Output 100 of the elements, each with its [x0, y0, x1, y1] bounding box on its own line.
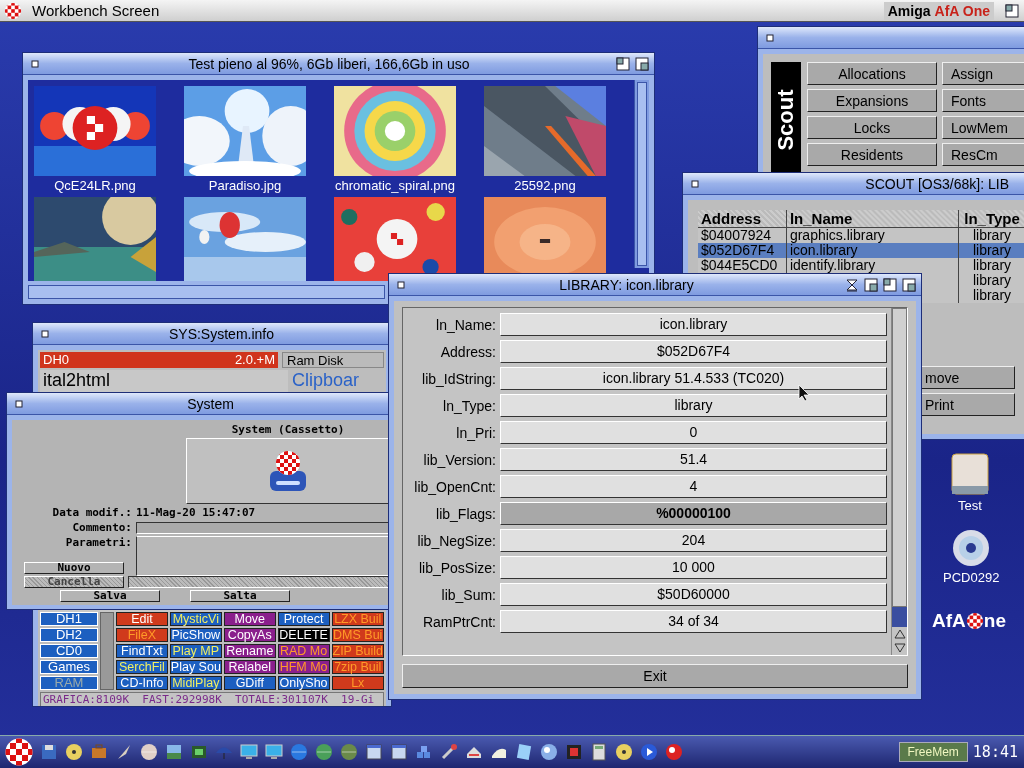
value-field[interactable]: icon.library [500, 313, 887, 336]
function-button[interactable]: Locks [807, 116, 937, 139]
screen-title: Workbench Screen [32, 2, 161, 19]
value-field[interactable]: %00000100 [500, 502, 887, 525]
field-label: ln_Name: [435, 316, 496, 333]
command-button[interactable]: Play MP [169, 644, 222, 658]
table-cell: library [972, 227, 1012, 243]
list-item[interactable]: ital2html [43, 370, 111, 390]
device-button[interactable]: DH1 [40, 612, 98, 626]
field-label: lib_Flags: [435, 505, 496, 522]
value-field[interactable]: $50D60000 [500, 583, 887, 606]
date-value: 11-Mag-20 15:47:07 [136, 506, 256, 519]
value-field[interactable]: icon.library 51.4.533 (TC020) [500, 367, 887, 390]
table-cell: library [972, 242, 1012, 258]
field-label: lib_IdString: [421, 370, 496, 387]
brand-logo: Amiga AfA One [883, 1, 994, 20]
logo: AfA ne [932, 610, 1006, 632]
window-title: System [186, 395, 235, 412]
table-cell: $052D67F4 [701, 242, 775, 258]
function-button[interactable]: Fonts [942, 89, 1024, 112]
value-field[interactable]: 4 [500, 475, 887, 498]
footer-button[interactable]: Salta [190, 590, 290, 602]
window-title: SYS:System.info [167, 325, 275, 342]
table-cell: library [972, 287, 1012, 303]
action-button[interactable]: Print [920, 393, 1015, 416]
table-cell: graphics.library [789, 227, 885, 243]
memory-status: GRAFICA:8109K FAST:292998K TOTALE:301107K 19-Gi [40, 692, 384, 706]
action-button[interactable]: Nuovo [24, 562, 124, 574]
field-label: lib_PosSize: [417, 559, 496, 576]
function-button[interactable]: Expansions [807, 89, 937, 112]
window-title: Test pieno al 96%, 6Gb liberi, 166,6Gb in uso [187, 55, 471, 72]
table-cell: library [972, 272, 1012, 288]
function-button[interactable]: LowMem [942, 116, 1024, 139]
clock: 18:41 [972, 743, 1018, 761]
command-button[interactable]: DELETE [277, 628, 330, 642]
command-button[interactable]: CD-Info [116, 676, 168, 690]
function-button[interactable]: Residents [807, 143, 937, 166]
command-button[interactable]: OnlySho [277, 676, 330, 690]
exit-button[interactable]: Exit [402, 664, 908, 688]
table-cell: icon.library [789, 242, 858, 258]
field-label: lib_NegSize: [416, 532, 496, 549]
field-label: lib_Sum: [440, 586, 496, 603]
icon-caption: System (Cassetto) [230, 423, 346, 436]
value-field[interactable]: 51.4 [500, 448, 887, 471]
command-button[interactable]: FindTxt [116, 644, 168, 658]
command-button[interactable]: SerchFil [116, 660, 168, 674]
value-field[interactable]: 10 000 [500, 556, 887, 579]
field-label: Parametri: [64, 536, 132, 549]
command-button[interactable]: Move [223, 612, 276, 626]
icon-label[interactable]: chromatic_spiral.png [335, 176, 455, 195]
icon-label[interactable]: Paradiso.jpg [208, 176, 282, 195]
table-cell: library [972, 257, 1012, 273]
value-field[interactable]: $052D67F4 [500, 340, 887, 363]
value-field[interactable]: 0 [500, 421, 887, 444]
table-cell: identify.library [789, 257, 876, 273]
function-button[interactable]: Assign [942, 62, 1024, 85]
table-cell: $044E5CD0 [701, 257, 778, 273]
device-button[interactable]: Games [40, 660, 98, 674]
command-button[interactable]: Edit [116, 612, 168, 626]
window-title: SCOUT [OS3/68k]: LIB [864, 175, 1010, 192]
command-button[interactable]: Protect [277, 612, 330, 626]
command-button[interactable]: PicShow [169, 628, 222, 642]
icon-label[interactable]: 25592.png [514, 176, 576, 195]
field-label: lib_OpenCnt: [413, 478, 496, 495]
icon-label[interactable]: Test [958, 498, 982, 513]
device-button[interactable]: DH2 [40, 628, 98, 642]
action-button[interactable]: move [920, 366, 1015, 389]
column-header[interactable]: ln_Name [786, 210, 959, 228]
command-button[interactable]: GDiff [223, 676, 276, 690]
function-button[interactable]: ResCm [942, 143, 1024, 166]
field-label: RamPtrCnt: [421, 613, 496, 630]
memory-gauge: FreeMem [898, 742, 968, 762]
command-button[interactable]: Play Sou [169, 660, 222, 674]
footer-button[interactable]: Salva [60, 590, 160, 602]
volume-name[interactable]: Ram Disk [282, 352, 384, 368]
command-button[interactable]: Rename [223, 644, 276, 658]
field-label: ln_Pri: [455, 424, 496, 441]
command-button[interactable]: HFM Mo [277, 660, 330, 674]
value-field[interactable]: 34 of 34 [500, 610, 887, 633]
column-header[interactable]: ln_Type [958, 210, 1024, 228]
command-button[interactable]: RAD Mo [277, 644, 330, 658]
device-button[interactable]: CD0 [40, 644, 98, 658]
icon-label[interactable]: PCD0292 [943, 570, 1000, 585]
command-button[interactable]: MysticVi [169, 612, 222, 626]
command-button[interactable]: MidiPlay [169, 676, 222, 690]
icon-label[interactable]: QcE24LR.png [54, 176, 136, 195]
command-button[interactable]: Relabel [223, 660, 276, 674]
field-label: ln_Type: [442, 397, 496, 414]
app-name: Scout [773, 88, 799, 151]
function-button[interactable]: Allocations [807, 62, 937, 85]
field-label: Data modif.: [51, 506, 132, 519]
field-label: Address: [439, 343, 496, 360]
value-field[interactable]: 204 [500, 529, 887, 552]
command-button[interactable]: CopyAs [223, 628, 276, 642]
value-field[interactable]: library [500, 394, 887, 417]
field-label: Commento: [71, 521, 132, 534]
field-label: lib_Version: [422, 451, 496, 468]
column-header[interactable]: Address [698, 210, 787, 228]
window-title: LIBRARY: icon.library [558, 276, 695, 293]
device-bar[interactable]: DH0 2.0.+M [40, 352, 278, 368]
